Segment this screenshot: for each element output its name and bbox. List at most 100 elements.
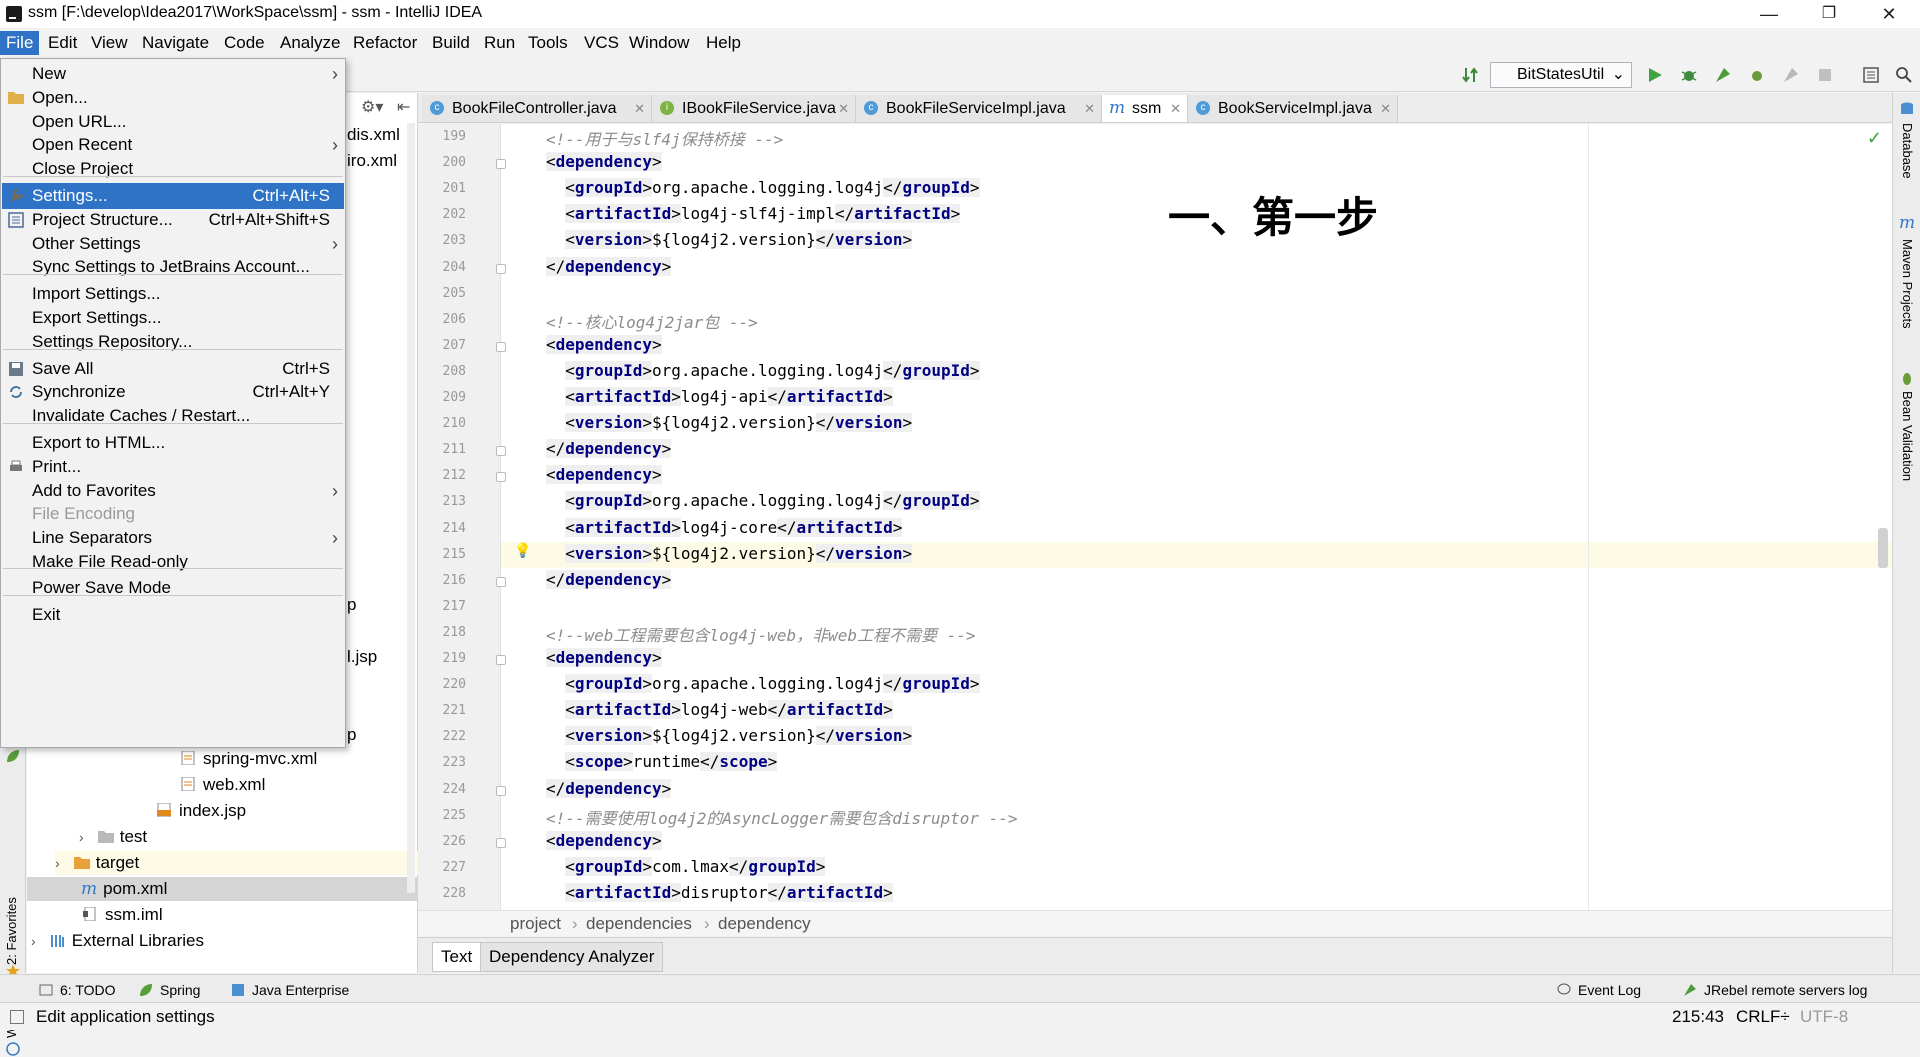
file-menu-item-print[interactable]: Print... xyxy=(2,454,344,480)
tree-item-partial[interactable]: p xyxy=(347,723,356,747)
menu-help[interactable]: Help xyxy=(700,31,747,55)
tab-ssm[interactable]: m ssm ✕ xyxy=(1102,95,1188,122)
maximize-button[interactable]: ❐ xyxy=(1806,0,1852,28)
project-structure-icon[interactable] xyxy=(1862,66,1880,84)
stop-icon[interactable] xyxy=(1816,66,1834,84)
file-menu-item-synchronize[interactable]: Synchronize Ctrl+Alt+Y xyxy=(2,379,344,405)
jrebel-debug-icon[interactable] xyxy=(1748,66,1766,84)
close-icon[interactable]: ✕ xyxy=(1170,95,1181,122)
breadcrumb-item[interactable]: dependencies xyxy=(586,911,692,937)
line-separator[interactable]: CRLF÷ xyxy=(1736,1003,1790,1031)
tab-dependency-analyzer[interactable]: Dependency Analyzer xyxy=(480,942,664,972)
fold-marker-icon[interactable] xyxy=(496,785,506,796)
tree-item-test[interactable]: › test xyxy=(79,825,147,849)
tree-item-index-jsp[interactable]: index.jsp xyxy=(157,799,246,823)
java-enterprise-tool-button[interactable]: Java Enterprise xyxy=(230,980,349,1000)
favorites-tool-button[interactable]: 2: Favorites xyxy=(4,897,19,965)
breadcrumb-item[interactable]: dependency xyxy=(718,911,811,937)
close-window-button[interactable]: ✕ xyxy=(1866,0,1912,28)
minimize-button[interactable]: — xyxy=(1746,0,1792,28)
code-editor[interactable]: 199 200 201 202 203 204 205 206 207 208 209 210 211 2… xyxy=(418,124,1892,910)
fold-marker-icon[interactable] xyxy=(496,576,506,587)
close-icon[interactable]: ✕ xyxy=(1380,95,1391,122)
maven-projects-tool-button[interactable]: Maven Projects xyxy=(1900,239,1915,329)
file-menu-item-settings-repository[interactable]: Settings Repository... xyxy=(2,329,344,355)
tree-item-partial[interactable]: l.jsp xyxy=(347,645,377,669)
tree-item-ssm-iml[interactable]: ssm.iml xyxy=(83,903,163,927)
tree-item-partial[interactable]: iro.xml xyxy=(347,149,397,173)
chevron-right-icon[interactable]: › xyxy=(55,851,69,875)
menu-file[interactable]: File xyxy=(0,31,40,55)
tree-item-partial[interactable]: dis.xml xyxy=(347,123,400,147)
search-icon[interactable] xyxy=(1895,66,1913,84)
tab-bookfileserviceimpl[interactable]: c BookFileServiceImpl.java ✕ xyxy=(856,95,1102,122)
fold-marker-icon[interactable] xyxy=(496,837,506,848)
editor-scrollbar[interactable] xyxy=(1878,528,1888,568)
file-menu-item-make-file-read-only[interactable]: Make File Read-only xyxy=(2,549,344,575)
menu-view[interactable]: View xyxy=(85,31,134,55)
sort-arrows-icon[interactable] xyxy=(1462,66,1480,84)
file-menu-item-export-settings[interactable]: Export Settings... xyxy=(2,305,344,331)
todo-tool-button[interactable]: 6: TODO xyxy=(38,980,116,1000)
event-log-tool-button[interactable]: Event Log xyxy=(1556,980,1641,1000)
file-menu-item-export-to-html[interactable]: Export to HTML... xyxy=(2,430,344,456)
coverage-icon[interactable] xyxy=(1782,66,1800,84)
menu-analyze[interactable]: Analyze xyxy=(274,31,346,55)
fold-marker-icon[interactable] xyxy=(496,446,506,457)
debug-icon[interactable] xyxy=(1680,66,1698,84)
tab-ibookfileservice[interactable]: i IBookFileService.java ✕ xyxy=(652,95,856,122)
fold-marker-icon[interactable] xyxy=(496,472,506,483)
project-scrollbar[interactable] xyxy=(407,123,415,893)
tree-item-spring-mvc-xml[interactable]: spring-mvc.xml xyxy=(181,747,317,771)
chevron-right-icon[interactable]: › xyxy=(31,929,45,953)
bean-validation-tool-button[interactable]: Bean Validation xyxy=(1900,391,1915,481)
spring-tool-button[interactable]: Spring xyxy=(138,980,200,1000)
tree-item-pom-xml[interactable]: m pom.xml xyxy=(27,877,418,901)
file-menu-item-line-separators[interactable]: Line Separators › xyxy=(2,525,344,551)
file-menu-item-open[interactable]: Open... xyxy=(2,85,344,111)
menu-edit[interactable]: Edit xyxy=(42,31,83,55)
fold-marker-icon[interactable] xyxy=(496,263,506,274)
menu-tools[interactable]: Tools xyxy=(522,31,574,55)
file-menu-item-power-save-mode[interactable]: Power Save Mode xyxy=(2,575,344,601)
tab-bookfilecontroller[interactable]: c BookFileController.java ✕ xyxy=(422,95,652,122)
database-tool-button[interactable]: Database xyxy=(1900,123,1915,179)
close-icon[interactable]: ✕ xyxy=(1084,95,1095,122)
menu-run[interactable]: Run xyxy=(478,31,521,55)
file-encoding[interactable]: UTF-8 xyxy=(1800,1003,1848,1031)
menu-refactor[interactable]: Refactor xyxy=(347,31,423,55)
file-menu-item-invalidate-caches-restart[interactable]: Invalidate Caches / Restart... xyxy=(2,403,344,429)
file-menu-item-exit[interactable]: Exit xyxy=(2,602,344,628)
fold-marker-icon[interactable] xyxy=(496,159,506,170)
tree-item-external-libraries[interactable]: › External Libraries xyxy=(31,929,204,953)
tree-item-partial[interactable]: p xyxy=(347,593,356,617)
file-menu-item-new[interactable]: New › xyxy=(2,61,344,87)
run-configuration-select[interactable]: BitStatesUtil ⌄ xyxy=(1490,62,1632,88)
tab-text[interactable]: Text xyxy=(432,942,482,972)
file-menu-item-sync-settings-to-jetbrains-account[interactable]: Sync Settings to JetBrains Account... xyxy=(2,254,344,280)
tree-item-target[interactable]: › target xyxy=(55,851,418,875)
fold-marker-icon[interactable] xyxy=(496,341,506,352)
menu-code[interactable]: Code xyxy=(218,31,271,55)
gear-icon[interactable]: ⚙▾ xyxy=(361,97,383,117)
menu-window[interactable]: Window xyxy=(623,31,695,55)
menu-vcs[interactable]: VCS xyxy=(578,31,625,55)
close-icon[interactable]: ✕ xyxy=(634,95,645,122)
menu-navigate[interactable]: Navigate xyxy=(136,31,215,55)
chevron-right-icon[interactable]: › xyxy=(79,825,93,849)
close-icon[interactable]: ✕ xyxy=(838,95,849,122)
file-menu-item-project-structure[interactable]: Project Structure... Ctrl+Alt+Shift+S xyxy=(2,207,344,233)
file-menu-item-settings[interactable]: Settings... Ctrl+Alt+S xyxy=(2,183,344,209)
tree-item-web-xml[interactable]: web.xml xyxy=(181,773,265,797)
lightbulb-icon[interactable]: 💡 xyxy=(514,542,531,559)
file-menu-item-import-settings[interactable]: Import Settings... xyxy=(2,281,344,307)
run-icon[interactable] xyxy=(1646,66,1664,84)
tab-bookserviceimpl[interactable]: c BookServiceImpl.java ✕ xyxy=(1188,95,1398,122)
toggle-tool-windows-icon[interactable] xyxy=(10,1010,24,1024)
breadcrumb-item[interactable]: project xyxy=(510,911,561,937)
caret-position[interactable]: 215:43 xyxy=(1672,1003,1724,1031)
file-menu-item-close-project[interactable]: Close Project xyxy=(2,156,344,182)
file-menu-item-open-recent[interactable]: Open Recent › xyxy=(2,132,344,158)
collapse-icon[interactable]: ⇤ xyxy=(397,97,410,117)
jrebel-log-tool-button[interactable]: JRebel remote servers log xyxy=(1682,980,1867,1000)
